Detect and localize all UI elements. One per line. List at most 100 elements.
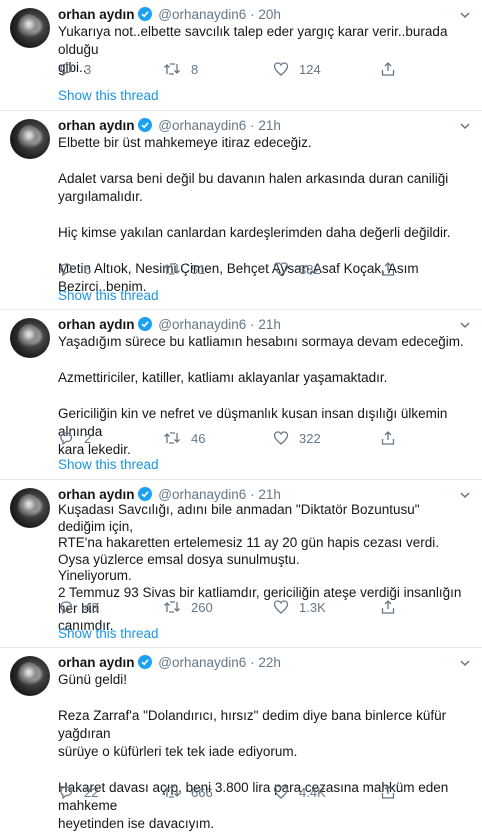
reply-count: 2 (84, 430, 92, 446)
retweet-button[interactable]: 666 (163, 782, 213, 802)
display-name[interactable]: orhan aydın (58, 118, 135, 133)
tweet-actions: 6 51 382 (58, 259, 458, 279)
reply-icon (60, 432, 73, 446)
retweet-count: 260 (191, 599, 213, 615)
reply-count: 6 (84, 261, 92, 277)
tweet-line: Günü geldi! (58, 672, 128, 687)
avatar[interactable] (10, 318, 50, 358)
like-button[interactable]: 124 (273, 59, 321, 79)
tweet-actions: 3 8 124 (58, 59, 458, 79)
separator-dot: · (250, 655, 255, 670)
share-button[interactable] (380, 259, 406, 279)
reply-button[interactable]: 3 (58, 59, 91, 79)
avatar[interactable] (10, 8, 50, 48)
timestamp[interactable]: 20h (258, 7, 281, 22)
like-button[interactable]: 322 (273, 428, 321, 448)
reply-button[interactable]: 22 (58, 782, 98, 802)
retweet-button[interactable]: 51 (163, 259, 205, 279)
handle[interactable]: @orhanaydin6 (158, 7, 246, 22)
like-button[interactable]: 4.4K (273, 782, 326, 802)
display-name[interactable]: orhan aydın (58, 317, 135, 332)
tweet-line: Oysa yüzlerce emsal dosya sunulmuştu. (58, 551, 300, 567)
retweet-count: 51 (191, 261, 206, 277)
like-button[interactable]: 382 (273, 259, 321, 279)
like-count: 4.4K (299, 784, 326, 800)
chevron-down-icon[interactable] (458, 8, 472, 22)
chevron-down-icon[interactable] (458, 318, 472, 332)
share-button[interactable] (380, 428, 406, 448)
heart-icon (273, 431, 289, 445)
verified-badge-icon (137, 655, 152, 669)
share-button[interactable] (380, 597, 406, 617)
tweet-card[interactable]: orhan aydın @orhanaydin6 · 21h Kuşadası … (0, 480, 482, 648)
tweet-card[interactable]: orhan aydın @orhanaydin6 · 20h Yukarıya … (0, 0, 482, 111)
handle[interactable]: @orhanaydin6 (158, 655, 246, 670)
share-button[interactable] (380, 782, 406, 802)
timestamp[interactable]: 21h (258, 118, 281, 133)
retweet-button[interactable]: 260 (163, 597, 213, 617)
avatar[interactable] (10, 656, 50, 696)
tweet-header: orhan aydın @orhanaydin6 · 20h (58, 6, 281, 24)
tweet-line: Elbette bir üst mahkemeye itiraz edeceği… (58, 135, 312, 150)
display-name[interactable]: orhan aydın (58, 7, 135, 22)
tweet-line: Reza Zarraf'a "Dolandırıcı, hırsız" dedi… (58, 708, 447, 741)
show-thread-link[interactable]: Show this thread (58, 287, 159, 305)
tweet-line: RTE'na hakaretten ertelemesiz 11 ay 20 g… (58, 535, 440, 550)
show-thread-link[interactable]: Show this thread (58, 87, 159, 105)
like-count: 1.3K (299, 599, 326, 615)
reply-icon (60, 786, 73, 800)
reply-count: 43 (84, 599, 99, 615)
share-icon (381, 62, 395, 76)
heart-icon (273, 600, 289, 614)
retweet-icon (164, 63, 180, 75)
retweet-count: 666 (191, 784, 213, 800)
handle[interactable]: @orhanaydin6 (158, 118, 246, 133)
display-name[interactable]: orhan aydın (58, 655, 135, 670)
reply-button[interactable]: 2 (58, 428, 91, 448)
timestamp[interactable]: 21h (258, 317, 281, 332)
retweet-count: 8 (191, 61, 199, 77)
retweet-count: 46 (191, 430, 206, 446)
retweet-button[interactable]: 46 (163, 428, 205, 448)
avatar[interactable] (10, 119, 50, 159)
handle[interactable]: @orhanaydin6 (158, 317, 246, 332)
tweet-actions: 2 46 322 (58, 428, 458, 448)
tweet-card[interactable]: orhan aydın @orhanaydin6 · 21h Yaşadığım… (0, 310, 482, 480)
chevron-down-icon[interactable] (458, 656, 472, 670)
tweet-line: Azmettiriciler, katiller, katliamı aklay… (58, 370, 388, 385)
avatar[interactable] (10, 488, 50, 528)
tweet-header: orhan aydın @orhanaydin6 · 22h (58, 654, 281, 672)
like-count: 382 (299, 261, 321, 277)
show-thread-link[interactable]: Show this thread (58, 625, 159, 643)
tweet-line: yargılamalıdır. (58, 189, 143, 204)
retweet-icon (164, 432, 180, 444)
chevron-down-icon[interactable] (458, 488, 472, 502)
reply-button[interactable]: 6 (58, 259, 91, 279)
retweet-button[interactable]: 8 (163, 59, 198, 79)
verified-badge-icon (137, 487, 152, 501)
tweet-text: Günü geldi! Reza Zarraf'a "Dolandırıcı, … (58, 671, 468, 833)
display-name[interactable]: orhan aydın (58, 487, 135, 502)
reply-count: 3 (84, 61, 92, 77)
reply-icon (60, 63, 73, 77)
retweet-icon (164, 601, 180, 613)
like-button[interactable]: 1.3K (273, 597, 326, 617)
show-thread-link[interactable]: Show this thread (58, 456, 159, 474)
tweet-card[interactable]: orhan aydın @orhanaydin6 · 22h Günü geld… (0, 648, 482, 831)
separator-dot: · (250, 487, 255, 502)
tweet-card[interactable]: orhan aydın @orhanaydin6 · 21h Elbette b… (0, 111, 482, 310)
reply-button[interactable]: 43 (58, 597, 98, 617)
tweet-header: orhan aydın @orhanaydin6 · 21h (58, 117, 281, 135)
share-button[interactable] (380, 59, 406, 79)
handle[interactable]: @orhanaydin6 (158, 487, 246, 502)
heart-icon (273, 785, 289, 799)
chevron-down-icon[interactable] (458, 119, 472, 133)
timestamp[interactable]: 21h (258, 487, 281, 502)
timestamp[interactable]: 22h (258, 655, 281, 670)
tweet-line: Adalet varsa beni değil bu davanın halen… (58, 171, 449, 186)
